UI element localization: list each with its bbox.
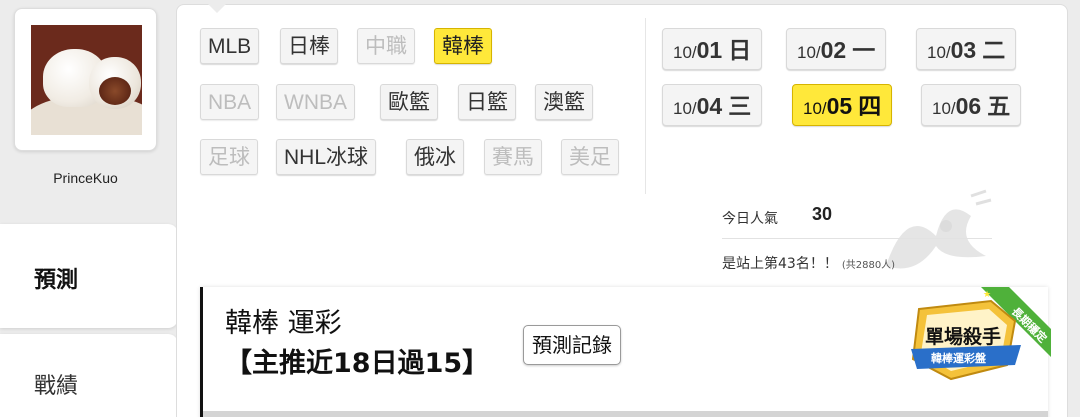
league-tab-kbo[interactable]: 韓棒 — [434, 28, 492, 64]
date-day: 03 — [950, 37, 977, 63]
badge-graphic: 長期穩定 ★ 單場殺手 韓棒運彩盤 — [911, 287, 1051, 381]
article-footer-strip — [203, 411, 1048, 417]
side-tab-record[interactable]: 戰績 — [0, 334, 178, 417]
date-button-1004[interactable]: 10/04 三 — [662, 84, 763, 126]
date-button-1002[interactable]: 10/02 一 — [786, 28, 887, 70]
league-tab-npb[interactable]: 日棒 — [280, 28, 338, 64]
league-tab-khl[interactable]: 俄冰 — [406, 139, 464, 175]
league-tab-japan-basketball[interactable]: 日籃 — [458, 84, 516, 120]
side-tab-label: 戰績 — [34, 374, 79, 399]
popularity-label: 今日人氣 — [722, 211, 778, 227]
league-tab-nfl: 美足 — [561, 139, 619, 175]
league-tab-aus-basketball[interactable]: 澳籃 — [535, 84, 593, 120]
league-tab-euro-basketball[interactable]: 歐籃 — [380, 84, 438, 120]
article-title: 韓棒 運彩 — [225, 308, 342, 339]
date-button-1006[interactable]: 10/06 五 — [921, 84, 1022, 126]
date-weekday: 二 — [982, 38, 1006, 64]
ribbon-star-icon: ★ — [983, 290, 991, 300]
league-tab-mlb[interactable]: MLB — [200, 28, 260, 64]
date-month: 10/ — [673, 43, 697, 62]
league-tab-nhl[interactable]: NHL冰球 — [276, 139, 377, 175]
date-day: 01 — [696, 37, 723, 63]
vertical-divider — [645, 18, 646, 194]
date-day: 06 — [955, 93, 982, 119]
panel-notch — [208, 4, 226, 13]
date-month: 10/ — [803, 99, 827, 118]
date-button-1001[interactable]: 10/01 日 — [662, 28, 763, 70]
article-subtitle: 【主推近18日過15】 — [225, 348, 490, 379]
date-month: 10/ — [927, 43, 951, 62]
rank-main: 是站上第43名！！ — [722, 256, 838, 272]
prediction-article: 韓棒 運彩 【主推近18日過15】 預測記錄 長期穩定 ★ 單場殺手 韓棒運彩盤 — [200, 287, 1051, 417]
avatar-filling — [99, 77, 131, 105]
date-weekday: 五 — [987, 94, 1011, 120]
date-weekday: 三 — [728, 94, 752, 120]
badge-title: 單場殺手 — [925, 325, 1001, 348]
league-tab-nba: NBA — [200, 84, 260, 120]
username[interactable]: PrinceKuo — [14, 170, 157, 186]
date-weekday: 四 — [858, 94, 882, 120]
rank-text: 是站上第43名！！ (共2880人) — [722, 253, 895, 273]
date-month: 10/ — [932, 99, 956, 118]
side-tab-predict[interactable]: 預測 — [0, 224, 178, 328]
league-tab-soccer: 足球 — [200, 139, 258, 175]
popularity-divider — [722, 238, 992, 239]
date-day: 02 — [820, 37, 847, 63]
date-month: 10/ — [673, 99, 697, 118]
date-weekday: 一 — [852, 38, 876, 64]
popularity-value: 30 — [812, 204, 833, 224]
date-button-1003[interactable]: 10/03 二 — [916, 28, 1017, 70]
single-game-killer-badge: 長期穩定 ★ 單場殺手 韓棒運彩盤 — [891, 287, 1051, 397]
date-day: 04 — [696, 93, 723, 119]
rank-total: (共2880人) — [841, 260, 896, 271]
league-tab-wnba: WNBA — [276, 84, 355, 120]
date-month: 10/ — [797, 43, 821, 62]
league-tab-cpbl: 中職 — [357, 28, 415, 64]
date-button-1005[interactable]: 10/05 四 — [792, 84, 893, 126]
league-tab-horse-racing: 賽馬 — [484, 139, 542, 175]
badge-subtitle: 韓棒運彩盤 — [931, 351, 987, 365]
avatar[interactable] — [31, 25, 142, 135]
prediction-history-button[interactable]: 預測記錄 — [523, 325, 621, 365]
side-tab-label: 預測 — [34, 268, 79, 293]
avatar-card[interactable] — [14, 8, 157, 151]
date-day: 05 — [826, 93, 853, 119]
date-weekday: 日 — [728, 38, 752, 64]
